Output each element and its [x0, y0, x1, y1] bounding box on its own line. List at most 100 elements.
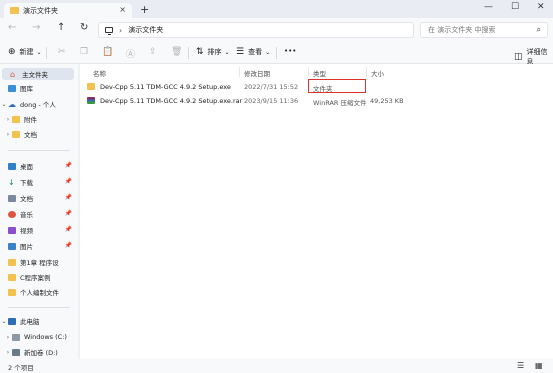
sidebar-item-videos[interactable]: 视频 📌 [0, 224, 78, 236]
column-header-modified[interactable]: 修改日期 [244, 68, 270, 78]
sidebar-item-home[interactable]: ⌂ 主文件夹 [2, 68, 74, 80]
sidebar-item-documents[interactable]: 文档 📌 [0, 192, 78, 204]
delete-button[interactable]: 🗑 [171, 47, 186, 57]
forward-arrow-icon[interactable]: → [32, 22, 40, 33]
sidebar-item-drive-c[interactable]: › Windows (C:) [0, 331, 78, 343]
sidebar-item-label: 音乐 [20, 211, 33, 219]
view-button[interactable]: ☰ 查看 ⌄ [236, 47, 270, 57]
cut-button[interactable]: ✂ [58, 47, 70, 57]
column-header-size[interactable]: 大小 [371, 68, 384, 78]
chevron-right-icon[interactable]: › [4, 349, 12, 356]
sidebar-item-chapter1[interactable]: 第1章 程序设 [0, 256, 78, 268]
tab-label: 演示文件夹 [23, 6, 58, 15]
chevron-right-icon[interactable]: › [4, 131, 12, 138]
sidebar-item-attachments[interactable]: › 附件 [0, 113, 78, 125]
sidebar-item-label: 文档 [20, 195, 33, 203]
sidebar-item-label: C程序案例 [20, 274, 51, 282]
tiles-view-icon[interactable]: ▦ [535, 361, 543, 370]
up-arrow-icon[interactable]: ↑ [57, 22, 65, 33]
sidebar-item-drive-d[interactable]: › 新加卷 (D:) [0, 346, 78, 358]
search-input[interactable]: 在 演示文件夹 中搜索 ⌕ [420, 22, 548, 38]
file-size: 49,253 KB [370, 97, 404, 105]
sidebar-item-label: 图片 [20, 243, 33, 251]
video-icon [8, 226, 16, 234]
list-item[interactable]: Dev-Cpp 5.11 TDM-GCC 4.9.2 Setup.exe.rar… [80, 94, 553, 107]
pin-icon: 📌 [64, 194, 72, 201]
copy-icon: ❐ [80, 47, 89, 57]
close-window-button[interactable]: ✕ [537, 2, 545, 12]
address-row: ← → ↑ ↻ › 演示文件夹 在 演示文件夹 中搜索 ⌕ [0, 18, 553, 42]
column-header-name[interactable]: 名称 [93, 68, 106, 78]
type-highlight-box [308, 79, 366, 93]
sidebar-item-this-pc[interactable]: ⌄ 此电脑 [0, 315, 78, 327]
chevron-right-icon[interactable]: › [4, 116, 12, 123]
back-arrow-icon[interactable]: ← [8, 22, 16, 33]
sidebar-item-label: dong - 个人 [20, 101, 56, 109]
share-icon: ⇪ [149, 47, 157, 57]
sidebar-item-label: 新加卷 (D:) [24, 349, 58, 357]
address-path: 演示文件夹 [128, 26, 164, 34]
view-label: 查看 [248, 48, 263, 56]
sidebar-item-label: 文档 [24, 131, 37, 139]
picture-icon [8, 242, 16, 250]
folder-icon [87, 83, 95, 90]
sidebar-item-desktop[interactable]: 桌面 📌 [0, 160, 78, 172]
paste-button[interactable]: 📋 [102, 47, 117, 57]
chevron-down-icon: ⌄ [36, 48, 42, 56]
pin-icon: 📌 [64, 162, 72, 169]
close-tab-icon[interactable]: × [119, 5, 126, 14]
title-bar: 演示文件夹 × + — ☐ ✕ [0, 0, 553, 18]
chevron-down-icon[interactable]: ⌄ [0, 318, 8, 325]
music-icon [8, 210, 16, 218]
share-button[interactable]: ⇪ [149, 47, 161, 57]
desktop-icon [8, 162, 16, 170]
computer-icon [105, 27, 113, 35]
sidebar-item-label: 下载 [20, 179, 33, 187]
trash-icon: 🗑 [171, 47, 183, 57]
sidebar-item-label: 图库 [20, 85, 33, 93]
toolbar-divider [46, 47, 47, 59]
rename-button[interactable]: Ⓐ [126, 47, 139, 60]
sidebar-item-downloads[interactable]: ↓ 下载 📌 [0, 176, 78, 188]
drive-icon [12, 348, 20, 356]
column-divider[interactable] [366, 67, 367, 77]
document-icon [8, 194, 16, 202]
minimize-button[interactable]: — [484, 2, 493, 12]
address-bar[interactable]: › 演示文件夹 [98, 22, 414, 38]
copy-button[interactable]: ❐ [80, 47, 92, 57]
sidebar-item-c-programs[interactable]: C程序案例 [0, 271, 78, 283]
column-divider[interactable] [308, 67, 309, 77]
item-count: 2 个项目 [8, 364, 34, 372]
sidebar-item-label: 主文件夹 [22, 71, 48, 79]
maximize-button[interactable]: ☐ [511, 2, 519, 12]
new-button[interactable]: ⊕ 新建 ⌄ [8, 47, 42, 57]
sidebar-item-personal-files[interactable]: 个人编制文件 [0, 286, 78, 298]
chevron-down-icon: ⌄ [224, 48, 230, 56]
sidebar-item-gallery[interactable]: 图库 [0, 82, 78, 94]
details-view-icon[interactable]: ☰ [517, 361, 524, 370]
more-options-button[interactable]: ••• [284, 47, 296, 55]
divider [8, 150, 70, 151]
refresh-icon[interactable]: ↻ [80, 22, 88, 33]
column-divider[interactable] [239, 67, 240, 77]
sidebar-item-label: 附件 [24, 116, 37, 124]
tab-demo-folder[interactable]: 演示文件夹 × [4, 3, 132, 18]
new-tab-button[interactable]: + [140, 3, 149, 16]
cloud-icon: ☁ [8, 99, 16, 109]
pin-icon: 📌 [64, 178, 72, 185]
column-header-type[interactable]: 类型 [313, 68, 326, 78]
sidebar-item-onedrive[interactable]: ⌄ ☁ dong - 个人 [0, 98, 78, 110]
drive-icon [12, 333, 20, 341]
sort-button[interactable]: ⇅ 排序 ⌄ [196, 47, 230, 57]
chevron-right-icon[interactable]: › [4, 334, 12, 341]
chevron-down-icon: ⌄ [265, 48, 271, 56]
sidebar-item-label: 个人编制文件 [20, 289, 59, 297]
sidebar-item-music[interactable]: 音乐 📌 [0, 208, 78, 220]
download-icon: ↓ [8, 177, 15, 187]
chevron-down-icon[interactable]: ⌄ [0, 101, 8, 108]
file-type: WinRAR 压缩文件 [313, 99, 367, 107]
sidebar-item-documents-onedrive[interactable]: › 文档 [0, 128, 78, 140]
sidebar-item-pictures[interactable]: 图片 📌 [0, 240, 78, 252]
new-label: 新建 [19, 48, 34, 56]
sidebar-item-label: 第1章 程序设 [20, 259, 59, 267]
